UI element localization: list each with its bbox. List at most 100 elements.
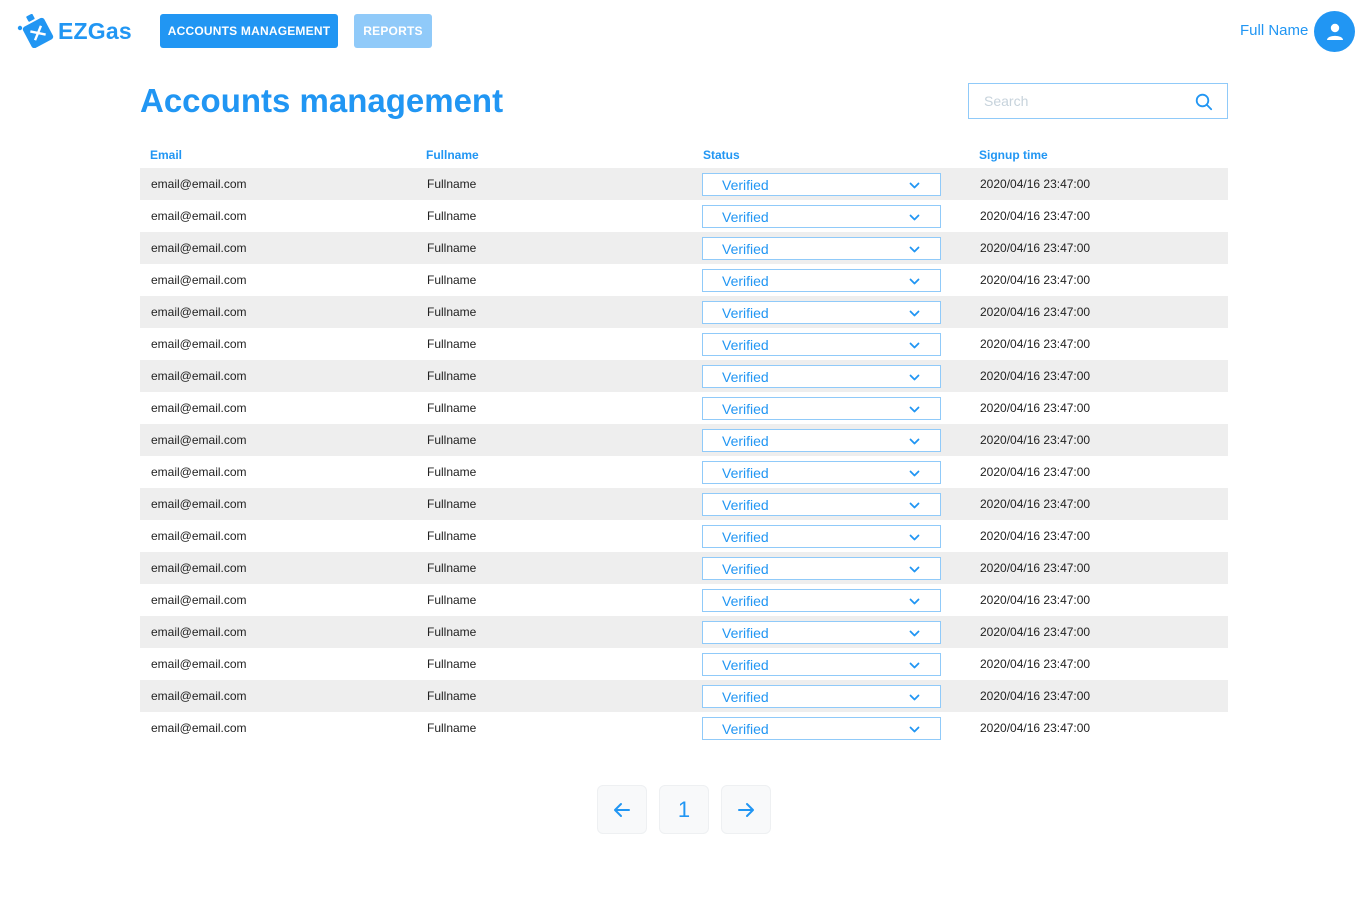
reports-button[interactable]: REPORTS bbox=[354, 14, 432, 48]
chevron-down-icon bbox=[909, 662, 920, 669]
brand-logo[interactable]: EZGas bbox=[16, 14, 132, 48]
status-value: Verified bbox=[722, 560, 769, 577]
chevron-down-icon bbox=[909, 694, 920, 701]
chevron-down-icon bbox=[909, 438, 920, 445]
fullname-cell: Fullname bbox=[427, 625, 477, 639]
arrow-left-icon bbox=[614, 802, 630, 817]
chevron-down-icon bbox=[909, 310, 920, 317]
status-dropdown[interactable]: Verified bbox=[702, 525, 941, 548]
signup-time-cell: 2020/04/16 23:47:00 bbox=[980, 497, 1091, 511]
signup-time-cell: 2020/04/16 23:47:00 bbox=[980, 657, 1091, 671]
next-page-button[interactable] bbox=[721, 785, 771, 834]
column-header-status[interactable]: Status bbox=[703, 148, 740, 162]
chevron-down-icon bbox=[909, 374, 920, 381]
status-dropdown[interactable]: Verified bbox=[702, 237, 941, 260]
table-row: email@email.com Fullname Verified 2020/04/1… bbox=[140, 264, 1228, 296]
fullname-cell: Fullname bbox=[427, 657, 477, 671]
accounts-management-button[interactable]: ACCOUNTS MANAGEMENT bbox=[160, 14, 338, 48]
fullname-cell: Fullname bbox=[427, 241, 477, 255]
status-dropdown[interactable]: Verified bbox=[702, 621, 941, 644]
table-body: email@email.com Fullname Verified 2020/04/1… bbox=[140, 168, 1228, 744]
status-value: Verified bbox=[722, 368, 769, 385]
status-dropdown[interactable]: Verified bbox=[702, 397, 941, 420]
chevron-down-icon bbox=[909, 246, 920, 253]
table-row: email@email.com Fullname Verified 2020/04/1… bbox=[140, 552, 1228, 584]
current-page-button[interactable]: 1 bbox=[659, 785, 709, 834]
search-box bbox=[968, 83, 1228, 119]
email-cell: email@email.com bbox=[151, 465, 247, 479]
chevron-down-icon bbox=[909, 278, 920, 285]
fullname-cell: Fullname bbox=[427, 177, 477, 191]
status-dropdown[interactable]: Verified bbox=[702, 429, 941, 452]
status-dropdown[interactable]: Verified bbox=[702, 557, 941, 580]
table-row: email@email.com Fullname Verified 2020/04/1… bbox=[140, 648, 1228, 680]
chevron-down-icon bbox=[909, 214, 920, 221]
table-row: email@email.com Fullname Verified 2020/04/1… bbox=[140, 296, 1228, 328]
email-cell: email@email.com bbox=[151, 177, 247, 191]
status-value: Verified bbox=[722, 176, 769, 193]
fullname-cell: Fullname bbox=[427, 593, 477, 607]
column-header-email[interactable]: Email bbox=[150, 148, 182, 162]
fullname-cell: Fullname bbox=[427, 465, 477, 479]
table-header: Email Fullname Status Signup time bbox=[140, 146, 1228, 168]
column-header-signup-time[interactable]: Signup time bbox=[979, 148, 1048, 162]
status-value: Verified bbox=[722, 304, 769, 321]
table-row: email@email.com Fullname Verified 2020/04/1… bbox=[140, 616, 1228, 648]
email-cell: email@email.com bbox=[151, 369, 247, 383]
table-row: email@email.com Fullname Verified 2020/04/1… bbox=[140, 232, 1228, 264]
fullname-cell: Fullname bbox=[427, 337, 477, 351]
status-dropdown[interactable]: Verified bbox=[702, 333, 941, 356]
search-input[interactable] bbox=[984, 84, 1194, 118]
signup-time-cell: 2020/04/16 23:47:00 bbox=[980, 369, 1091, 383]
user-name[interactable]: Full Name bbox=[1240, 22, 1308, 39]
status-dropdown[interactable]: Verified bbox=[702, 589, 941, 612]
arrow-right-icon bbox=[738, 802, 754, 817]
status-dropdown[interactable]: Verified bbox=[702, 365, 941, 388]
fullname-cell: Fullname bbox=[427, 497, 477, 511]
email-cell: email@email.com bbox=[151, 689, 247, 703]
status-value: Verified bbox=[722, 272, 769, 289]
email-cell: email@email.com bbox=[151, 401, 247, 415]
email-cell: email@email.com bbox=[151, 433, 247, 447]
email-cell: email@email.com bbox=[151, 337, 247, 351]
status-value: Verified bbox=[722, 720, 769, 737]
status-value: Verified bbox=[722, 208, 769, 225]
fullname-cell: Fullname bbox=[427, 369, 477, 383]
fullname-cell: Fullname bbox=[427, 529, 477, 543]
signup-time-cell: 2020/04/16 23:47:00 bbox=[980, 401, 1091, 415]
status-value: Verified bbox=[722, 336, 769, 353]
table-row: email@email.com Fullname Verified 2020/04/1… bbox=[140, 456, 1228, 488]
status-dropdown[interactable]: Verified bbox=[702, 493, 941, 516]
email-cell: email@email.com bbox=[151, 561, 247, 575]
table-row: email@email.com Fullname Verified 2020/04/1… bbox=[140, 488, 1228, 520]
column-header-fullname[interactable]: Fullname bbox=[426, 148, 479, 162]
table-row: email@email.com Fullname Verified 2020/04/1… bbox=[140, 328, 1228, 360]
email-cell: email@email.com bbox=[151, 305, 247, 319]
gas-can-icon bbox=[17, 14, 54, 48]
status-value: Verified bbox=[722, 592, 769, 609]
status-dropdown[interactable]: Verified bbox=[702, 269, 941, 292]
fullname-cell: Fullname bbox=[427, 305, 477, 319]
table-row: email@email.com Fullname Verified 2020/04/1… bbox=[140, 520, 1228, 552]
status-dropdown[interactable]: Verified bbox=[702, 717, 941, 740]
fullname-cell: Fullname bbox=[427, 689, 477, 703]
signup-time-cell: 2020/04/16 23:47:00 bbox=[980, 721, 1091, 735]
status-dropdown[interactable]: Verified bbox=[702, 461, 941, 484]
top-navbar: EZGas ACCOUNTS MANAGEMENT REPORTS Full N… bbox=[0, 0, 1368, 62]
table-row: email@email.com Fullname Verified 2020/04/1… bbox=[140, 680, 1228, 712]
status-dropdown[interactable]: Verified bbox=[702, 205, 941, 228]
status-dropdown[interactable]: Verified bbox=[702, 173, 941, 196]
status-dropdown[interactable]: Verified bbox=[702, 685, 941, 708]
table-row: email@email.com Fullname Verified 2020/04/1… bbox=[140, 712, 1228, 744]
status-dropdown[interactable]: Verified bbox=[702, 301, 941, 324]
chevron-down-icon bbox=[909, 726, 920, 733]
signup-time-cell: 2020/04/16 23:47:00 bbox=[980, 465, 1091, 479]
signup-time-cell: 2020/04/16 23:47:00 bbox=[980, 273, 1091, 287]
prev-page-button[interactable] bbox=[597, 785, 647, 834]
search-icon[interactable] bbox=[1195, 93, 1213, 111]
fullname-cell: Fullname bbox=[427, 561, 477, 575]
chevron-down-icon bbox=[909, 470, 920, 477]
table-row: email@email.com Fullname Verified 2020/04/1… bbox=[140, 200, 1228, 232]
status-dropdown[interactable]: Verified bbox=[702, 653, 941, 676]
avatar[interactable] bbox=[1314, 11, 1355, 52]
